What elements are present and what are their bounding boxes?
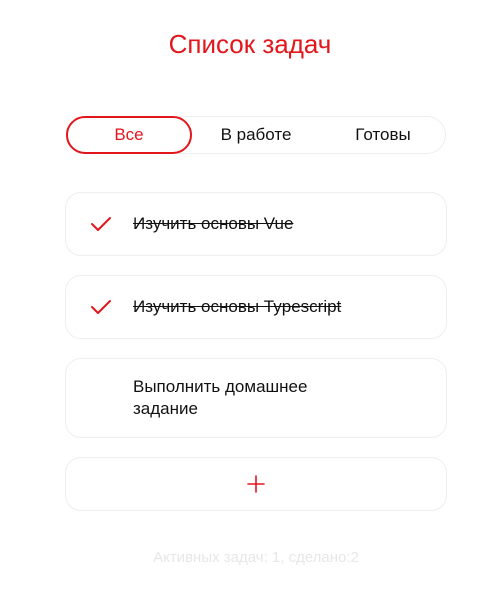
task-item[interactable]: Выполнить домашнее задание [65,358,447,438]
page-title: Список задач [168,29,332,59]
checkmark-icon [91,300,111,314]
checkmark-icon [91,217,111,231]
task-item[interactable]: Изучить основы Typescript [65,275,447,339]
add-task-button[interactable] [65,457,447,511]
tab-all[interactable]: Все [66,116,192,154]
task-stats: Активных задач: 1, сделано:2 [153,549,359,566]
filter-tabs: Все В работе Готовы [66,116,446,154]
task-text: Изучить основы Typescript [133,297,342,316]
tab-in-progress[interactable]: В работе [192,117,320,153]
task-text: Изучить основы Vue [133,214,294,233]
tab-done[interactable]: Готовы [320,117,446,153]
plus-icon [247,475,265,493]
task-item[interactable]: Изучить основы Vue [65,192,447,256]
task-text: Выполнить домашнее задание [133,377,308,418]
